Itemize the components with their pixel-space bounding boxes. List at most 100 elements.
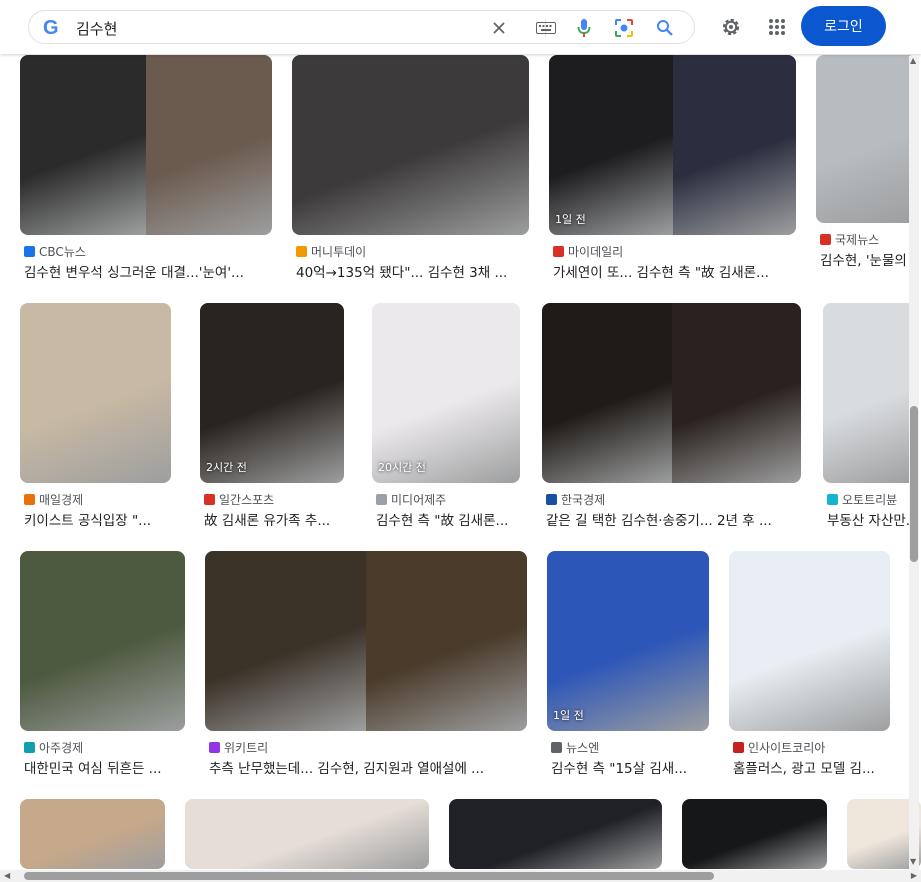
time-badge: 20시간 전: [378, 461, 426, 474]
photo-panel: [672, 55, 796, 235]
result-source[interactable]: 일간스포츠: [204, 491, 274, 508]
close-icon[interactable]: [489, 18, 509, 38]
photo-panel: [547, 551, 709, 731]
search-icon[interactable]: [655, 18, 675, 38]
photo-panel: [20, 799, 165, 869]
scroll-up-arrow-icon[interactable]: ▲: [910, 56, 916, 65]
source-favicon-icon: [209, 742, 220, 753]
source-name: 오토트리뷴: [842, 493, 898, 507]
source-name: 아주경제: [39, 741, 84, 755]
result-title[interactable]: 김수현, '눈물의 여왕'...: [820, 249, 919, 269]
result-title[interactable]: 김수현 측 "15살 김새...: [551, 757, 713, 777]
search-input[interactable]: [76, 16, 476, 40]
horizontal-scrollbar[interactable]: ◀ ▶: [0, 870, 921, 882]
source-name: 일간스포츠: [219, 493, 275, 507]
photo-panel: [20, 551, 185, 731]
source-favicon-icon: [204, 494, 215, 505]
scroll-down-arrow-icon[interactable]: ▼: [910, 857, 916, 866]
source-favicon-icon: [296, 246, 307, 257]
result-thumbnail-image[interactable]: [729, 551, 890, 731]
gear-icon[interactable]: [719, 15, 743, 39]
keyboard-icon[interactable]: [536, 18, 556, 38]
photo-panel: [542, 303, 672, 483]
result-title[interactable]: 40억→135억 됐다"... 김수현 3채 ...: [296, 261, 533, 281]
search-box[interactable]: G: [28, 10, 695, 44]
result-thumbnail-image[interactable]: [449, 799, 662, 869]
result-title[interactable]: 추측 난무했는데... 김수현, 김지원과 열애설에 ...: [209, 757, 531, 777]
result-thumbnail-image[interactable]: [816, 55, 916, 223]
photo-panel: [292, 55, 529, 235]
result-title[interactable]: 키이스트 공식입장 "...: [24, 509, 175, 529]
result-thumbnail-image[interactable]: [20, 799, 165, 869]
result-title[interactable]: 김수현 측 "故 김새론...: [376, 509, 524, 529]
result-title[interactable]: 대한민국 여심 뒤흔든 ...: [24, 757, 189, 777]
source-favicon-icon: [24, 742, 35, 753]
microphone-icon[interactable]: [574, 18, 594, 38]
result-source[interactable]: 한국경제: [546, 491, 605, 508]
source-name: 머니투데이: [311, 245, 367, 259]
search-header: G 로그인: [0, 0, 921, 54]
photo-panel: [549, 55, 673, 235]
source-favicon-icon: [553, 246, 564, 257]
result-thumbnail-image[interactable]: [205, 551, 527, 731]
photo-panel: [671, 303, 801, 483]
result-title[interactable]: 가세연이 또... 김수현 측 "故 김새론...: [553, 261, 800, 281]
photo-panel: [185, 799, 429, 869]
result-source[interactable]: 아주경제: [24, 739, 83, 756]
time-badge: 1일 전: [553, 709, 584, 722]
result-thumbnail-image[interactable]: 1일 전: [547, 551, 709, 731]
photo-panel: [729, 551, 890, 731]
result-thumbnail-image[interactable]: [823, 303, 918, 483]
result-source[interactable]: 마이데일리: [553, 243, 623, 260]
google-image-results-page: G 로그인 CBC뉴스김수현 변우석 싱그러: [0, 0, 921, 882]
camera-lens-icon[interactable]: [614, 18, 634, 38]
result-thumbnail-image[interactable]: [20, 551, 185, 731]
result-thumbnail-image[interactable]: 2시간 전: [200, 303, 344, 483]
result-title[interactable]: 같은 길 택한 김수현·송중기... 2년 후 ...: [546, 509, 805, 529]
result-source[interactable]: 인사이트코리아: [733, 739, 825, 756]
result-title[interactable]: 부동산 자산만...: [827, 509, 919, 529]
source-name: 미디어제주: [391, 493, 447, 507]
result-source[interactable]: CBC뉴스: [24, 243, 86, 260]
photo-panel: [200, 303, 344, 483]
result-title[interactable]: 홈플러스, 광고 모델 김...: [733, 757, 894, 777]
time-badge: 2시간 전: [206, 461, 247, 474]
result-thumbnail-image[interactable]: [292, 55, 529, 235]
source-name: CBC뉴스: [39, 245, 86, 259]
horizontal-scrollbar-thumb[interactable]: [24, 872, 714, 880]
photo-panel: [449, 799, 662, 869]
source-name: 국제뉴스: [835, 233, 880, 247]
result-source[interactable]: 미디어제주: [376, 491, 446, 508]
result-thumbnail-image[interactable]: 20시간 전: [372, 303, 520, 483]
photo-panel: [372, 303, 520, 483]
google-logo-icon[interactable]: G: [43, 17, 63, 39]
result-thumbnail-image[interactable]: [682, 799, 827, 869]
result-source[interactable]: 위키트리: [209, 739, 268, 756]
result-title[interactable]: 김수현 변우석 싱그러운 대결...'눈여'...: [24, 261, 276, 281]
source-favicon-icon: [827, 494, 838, 505]
source-favicon-icon: [820, 234, 831, 245]
result-thumbnail-image[interactable]: [542, 303, 801, 483]
result-thumbnail-image[interactable]: [185, 799, 429, 869]
scroll-left-arrow-icon[interactable]: ◀: [4, 871, 10, 880]
scroll-right-arrow-icon[interactable]: ▶: [911, 871, 917, 880]
source-name: 한국경제: [561, 493, 606, 507]
result-source[interactable]: 오토트리뷴: [827, 491, 897, 508]
result-thumbnail-image[interactable]: 1일 전: [549, 55, 796, 235]
result-source[interactable]: 국제뉴스: [820, 231, 879, 248]
source-favicon-icon: [546, 494, 557, 505]
vertical-scrollbar-thumb[interactable]: [910, 406, 918, 562]
source-favicon-icon: [551, 742, 562, 753]
login-button[interactable]: 로그인: [801, 6, 886, 46]
result-source[interactable]: 뉴스엔: [551, 739, 599, 756]
result-title[interactable]: 故 김새론 유가족 추...: [204, 509, 348, 529]
result-source[interactable]: 매일경제: [24, 491, 83, 508]
apps-grid-icon[interactable]: [765, 15, 789, 39]
photo-panel: [682, 799, 827, 869]
source-favicon-icon: [376, 494, 387, 505]
result-source[interactable]: 머니투데이: [296, 243, 366, 260]
result-thumbnail-image[interactable]: [20, 303, 171, 483]
photo-panel: [146, 55, 272, 235]
vertical-scrollbar[interactable]: ▲ ▼: [909, 56, 919, 880]
result-thumbnail-image[interactable]: [20, 55, 272, 235]
